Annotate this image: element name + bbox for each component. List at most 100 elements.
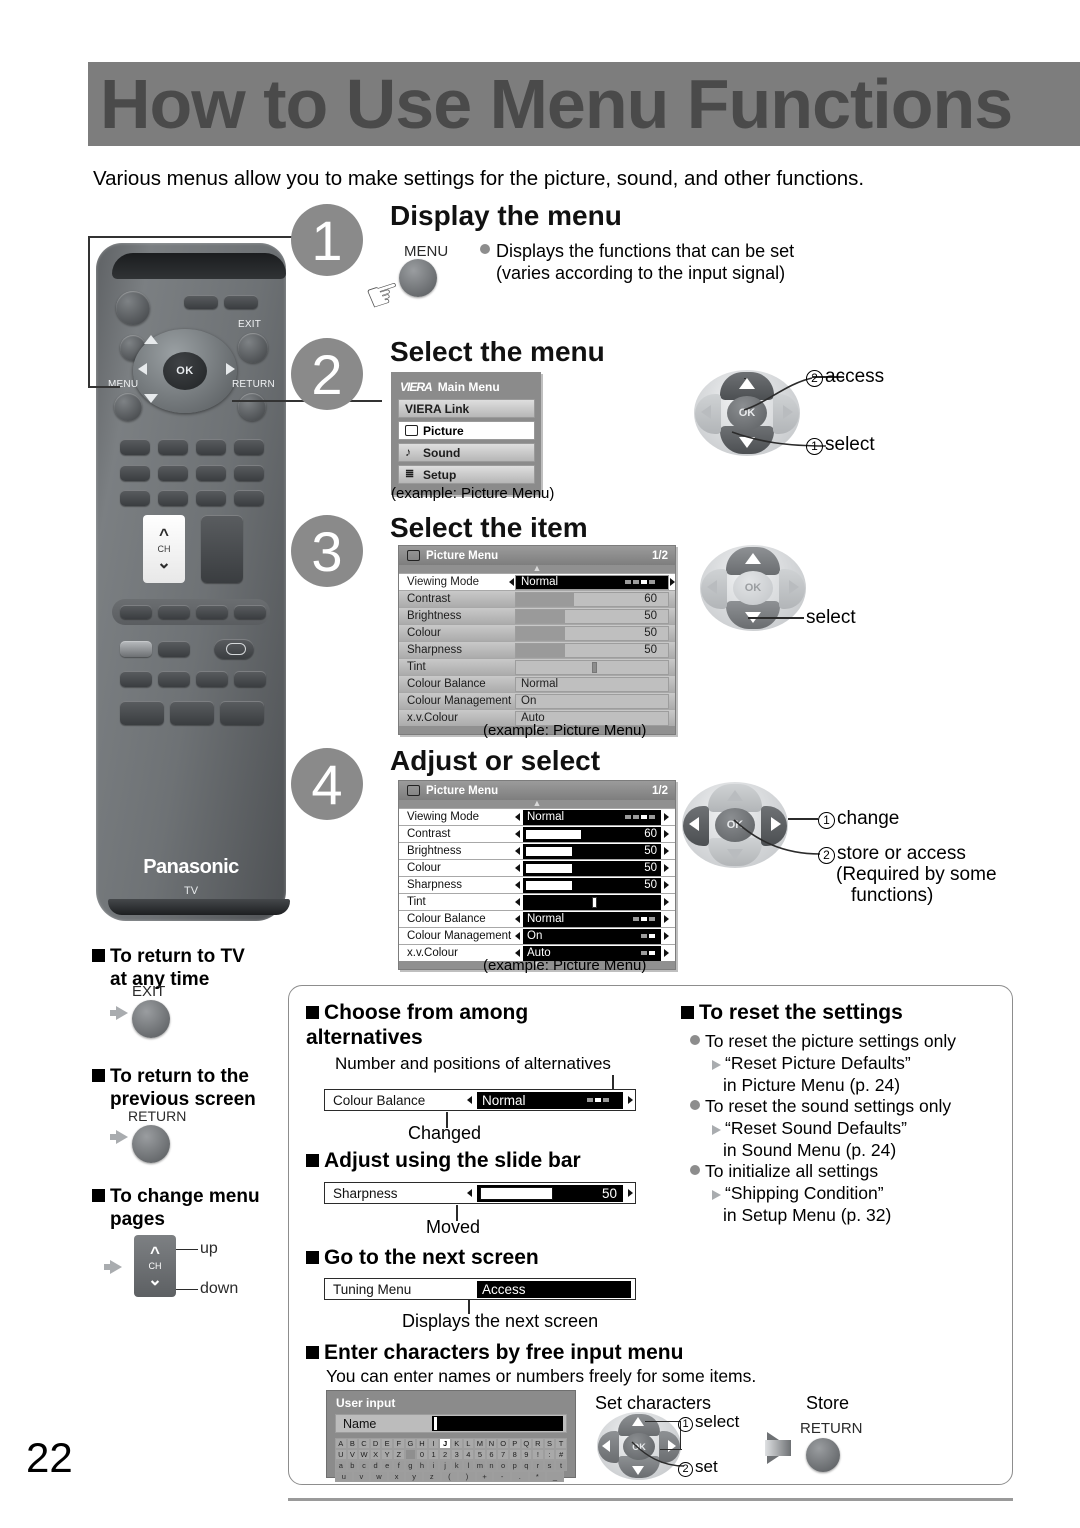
keyboard-key[interactable]: 0 xyxy=(416,1449,428,1460)
keyboard-key[interactable]: w xyxy=(370,1471,388,1482)
numeric-key-1[interactable] xyxy=(120,465,150,481)
keyboard-key[interactable]: _ xyxy=(546,1471,564,1482)
picture-menu-row-value[interactable]: 50 xyxy=(515,625,669,641)
volume-pad[interactable] xyxy=(201,515,243,583)
picture-menu-row-value[interactable]: 50 xyxy=(515,642,669,658)
picture-menu-row[interactable]: Colour 50 xyxy=(399,859,675,876)
keyboard-key[interactable]: L xyxy=(462,1438,475,1449)
keyboard-key[interactable]: G xyxy=(404,1438,417,1449)
return-key-illustration[interactable] xyxy=(806,1438,840,1472)
picture-menu-row-value[interactable]: On xyxy=(515,693,669,709)
keyboard-key[interactable]: * xyxy=(528,1471,547,1482)
keyboard-key[interactable]: ) xyxy=(458,1471,476,1482)
keyboard-key[interactable]: 3 xyxy=(450,1449,463,1460)
keyboard-key[interactable]: b xyxy=(346,1460,359,1471)
keyboard-key[interactable]: B xyxy=(346,1438,359,1449)
picture-menu-row[interactable]: Colour Balance Normal xyxy=(399,910,675,927)
playback-key-2[interactable] xyxy=(158,671,190,687)
keyboard-key[interactable]: F xyxy=(392,1438,405,1449)
keyboard-key[interactable]: q xyxy=(520,1460,533,1471)
channel-key-illustration[interactable]: ^ CH ⌄ xyxy=(134,1235,176,1297)
keyboard-key[interactable]: x xyxy=(387,1471,406,1482)
picture-menu-row[interactable]: Sharpness 50 xyxy=(399,641,675,658)
numeric-key-3[interactable] xyxy=(196,465,226,481)
keyboard-key[interactable]: u xyxy=(335,1471,353,1482)
keyboard-key[interactable]: E xyxy=(381,1438,393,1449)
tv-button[interactable] xyxy=(184,295,218,309)
picture-menu-row-value[interactable]: 50 xyxy=(515,608,669,624)
keyboard-key[interactable]: V xyxy=(346,1449,359,1460)
colour-balance-osd-bar[interactable]: Colour Balance Normal xyxy=(324,1089,636,1111)
main-menu-item-picture[interactable]: Picture xyxy=(398,421,535,440)
picture-menu-row[interactable]: Tint xyxy=(399,893,675,910)
keyboard-key[interactable]: v xyxy=(352,1471,371,1482)
character-keyboard[interactable]: A B C D E F G H I J K L M N O P Q R S T U V W X Y Z 0 1 2 3 4 5 6 7 8 9!: # a… xyxy=(335,1438,567,1482)
numeric-key-7[interactable] xyxy=(196,490,226,506)
keyboard-key[interactable]: A xyxy=(335,1438,347,1449)
name-field-value[interactable] xyxy=(432,1416,563,1431)
keyboard-key[interactable]: Z xyxy=(392,1449,405,1460)
picture-menu-row[interactable]: Brightness 50 xyxy=(399,842,675,859)
av-button[interactable] xyxy=(224,295,258,309)
keyboard-key[interactable]: J xyxy=(439,1438,451,1449)
pad-ok-button[interactable]: OK xyxy=(733,571,773,605)
keyboard-key[interactable]: N xyxy=(485,1438,498,1449)
picture-menu-row-value[interactable]: Normal xyxy=(509,574,675,590)
keyboard-key[interactable]: D xyxy=(369,1438,382,1449)
picture-menu-row-value[interactable]: 60 xyxy=(515,591,669,607)
function-key-2[interactable] xyxy=(158,605,190,619)
keyboard-key[interactable]: 8 xyxy=(508,1449,521,1460)
picture-menu-row-value[interactable]: Normal xyxy=(515,809,669,825)
keyboard-key[interactable]: I xyxy=(427,1438,440,1449)
keyboard-key[interactable]: h xyxy=(416,1460,428,1471)
picture-menu-row[interactable]: Sharpness 50 xyxy=(399,876,675,893)
picture-menu-row[interactable]: Colour Management On xyxy=(399,927,675,944)
keyboard-key[interactable]: R xyxy=(532,1438,544,1449)
keyboard-key[interactable]: U xyxy=(335,1449,347,1460)
keyboard-key[interactable]: T xyxy=(555,1438,567,1449)
keyboard-key[interactable]: . xyxy=(510,1471,529,1482)
picture-menu-row-value[interactable]: On xyxy=(515,928,669,944)
menu-button[interactable] xyxy=(114,393,142,421)
function-key-4[interactable] xyxy=(234,605,266,619)
keyboard-key[interactable]: 9 xyxy=(520,1449,533,1460)
playback-key-4[interactable] xyxy=(234,671,266,687)
keyboard-key[interactable]: j xyxy=(439,1460,451,1471)
pause-key[interactable] xyxy=(170,701,214,725)
keyboard-key[interactable]: W xyxy=(358,1449,370,1460)
main-menu-item-sound[interactable]: ♪ Sound xyxy=(398,443,535,462)
keyboard-key[interactable]: f xyxy=(392,1460,405,1471)
picture-menu-row[interactable]: Contrast 60 xyxy=(399,825,675,842)
keyboard-key[interactable]: t xyxy=(555,1460,567,1471)
function-key-3[interactable] xyxy=(196,605,228,619)
picture-menu-row[interactable]: Tint xyxy=(399,658,675,675)
main-menu-item-setup[interactable]: ≣ Setup xyxy=(398,465,535,484)
keyboard-key[interactable]: S xyxy=(543,1438,556,1449)
numeric-key-2[interactable] xyxy=(158,465,188,481)
keyboard-key[interactable]: H xyxy=(416,1438,428,1449)
exit-key-illustration[interactable] xyxy=(132,1000,170,1038)
colour-key-green[interactable] xyxy=(158,439,188,455)
user-input-name-field[interactable]: Name xyxy=(335,1414,567,1433)
keyboard-key[interactable]: d xyxy=(369,1460,382,1471)
dpad-right-icon[interactable] xyxy=(226,363,235,375)
keyboard-key[interactable]: l xyxy=(462,1460,475,1471)
keyboard-key[interactable]: 2 xyxy=(439,1449,451,1460)
picture-menu-row-value[interactable]: Normal xyxy=(515,911,669,927)
mute-button[interactable] xyxy=(120,641,152,657)
keyboard-key[interactable]: ( xyxy=(440,1471,459,1482)
keyboard-key[interactable]: Y xyxy=(381,1449,393,1460)
ok-button[interactable]: OK xyxy=(163,352,207,390)
picture-menu-row-value[interactable]: 50 xyxy=(515,860,669,876)
keyboard-key[interactable]: p xyxy=(508,1460,521,1471)
picture-menu-row[interactable]: Brightness 50 xyxy=(399,607,675,624)
tuning-menu-osd-bar[interactable]: Tuning Menu Access xyxy=(324,1278,636,1300)
keyboard-key[interactable]: 7 xyxy=(497,1449,509,1460)
numeric-key-4[interactable] xyxy=(234,465,264,481)
picture-menu-row-value[interactable] xyxy=(515,659,669,675)
keyboard-key[interactable]: ! xyxy=(532,1449,544,1460)
keyboard-key[interactable]: z xyxy=(422,1471,441,1482)
keyboard-key[interactable]: m xyxy=(474,1460,486,1471)
numeric-key-5[interactable] xyxy=(120,490,150,506)
numeric-key-6[interactable] xyxy=(158,490,188,506)
